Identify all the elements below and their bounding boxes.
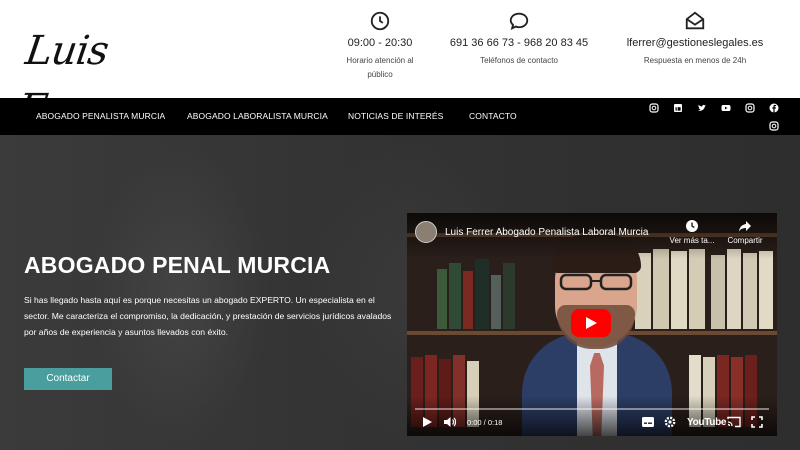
- fullscreen-icon[interactable]: [751, 416, 763, 428]
- share-icon: [739, 221, 751, 232]
- watch-later-label: Ver más ta...: [669, 236, 715, 245]
- email-value[interactable]: lferrer@gestioneslegales.es: [625, 36, 765, 50]
- chat-bubble-icon: [509, 12, 529, 31]
- play-small-icon[interactable]: [421, 416, 433, 428]
- watch-later-button[interactable]: Ver más ta...: [665, 219, 719, 245]
- hours-value: 09:00 - 20:30: [347, 37, 413, 49]
- phone-info: 691 36 66 73 - 968 20 83 45 Teléfonos de…: [448, 10, 590, 68]
- instagram-icon[interactable]: [649, 103, 659, 113]
- presenter-glasses: [559, 273, 633, 291]
- facebook-icon[interactable]: [769, 103, 779, 113]
- cast-icon[interactable]: [727, 416, 741, 428]
- hero-description: Si has llegado hasta aquí es porque nece…: [24, 295, 392, 337]
- video-progress-bar[interactable]: [415, 408, 769, 410]
- share-button[interactable]: Compartir: [723, 219, 767, 245]
- email-label: Respuesta en menos de 24h: [643, 56, 747, 65]
- instagram-icon[interactable]: [769, 121, 779, 131]
- nav-item-abogado-penalista[interactable]: ABOGADO PENALISTA MURCIA: [36, 98, 165, 135]
- share-label: Compartir: [727, 236, 763, 245]
- youtube-icon[interactable]: [721, 103, 731, 113]
- phone-label: Teléfonos de contacto: [480, 56, 558, 65]
- phone-value[interactable]: 691 36 66 73 - 968 20 83 45: [448, 36, 590, 50]
- clock-icon: [370, 11, 390, 31]
- clock-icon: [686, 220, 698, 232]
- subtitles-icon[interactable]: [641, 416, 655, 428]
- video-time: 0:00 / 0:18: [467, 418, 503, 427]
- volume-icon[interactable]: [443, 416, 457, 428]
- nav-item-noticias[interactable]: NOTICIAS DE INTERÉS: [348, 98, 443, 135]
- nav-item-contacto[interactable]: CONTACTO: [469, 98, 517, 135]
- email-info: lferrer@gestioneslegales.es Respuesta en…: [625, 10, 765, 68]
- main-nav: ABOGADO PENALISTA MURCIA ABOGADO LABORAL…: [0, 98, 800, 135]
- instagram-icon[interactable]: [745, 103, 755, 113]
- hours-info: 09:00 - 20:30 Horario atención al públic…: [340, 10, 420, 82]
- video-controls: [407, 396, 777, 436]
- twitter-icon[interactable]: [697, 103, 707, 113]
- play-icon[interactable]: [571, 309, 611, 337]
- site-header: Luis Ferrer 09:00 - 20:30 Horario atenci…: [0, 0, 800, 132]
- hours-label: Horario atención al público: [346, 56, 414, 79]
- youtube-logo[interactable]: YouTube: [687, 417, 727, 428]
- video-title[interactable]: Luis Ferrer Abogado Penalista Laboral Mu…: [445, 227, 648, 238]
- contact-button[interactable]: Contactar: [24, 368, 112, 390]
- site-logo[interactable]: Luis Ferrer: [15, 22, 215, 132]
- nav-item-abogado-laboralista[interactable]: ABOGADO LABORALISTA MURCIA: [187, 98, 328, 135]
- channel-avatar[interactable]: [415, 221, 437, 243]
- linkedin-icon[interactable]: [673, 103, 683, 113]
- envelope-open-icon: [685, 11, 705, 30]
- hero-title: ABOGADO PENAL MURCIA: [24, 252, 331, 278]
- video-player[interactable]: Luis Ferrer Abogado Penalista Laboral Mu…: [407, 213, 777, 436]
- settings-icon[interactable]: [664, 416, 676, 428]
